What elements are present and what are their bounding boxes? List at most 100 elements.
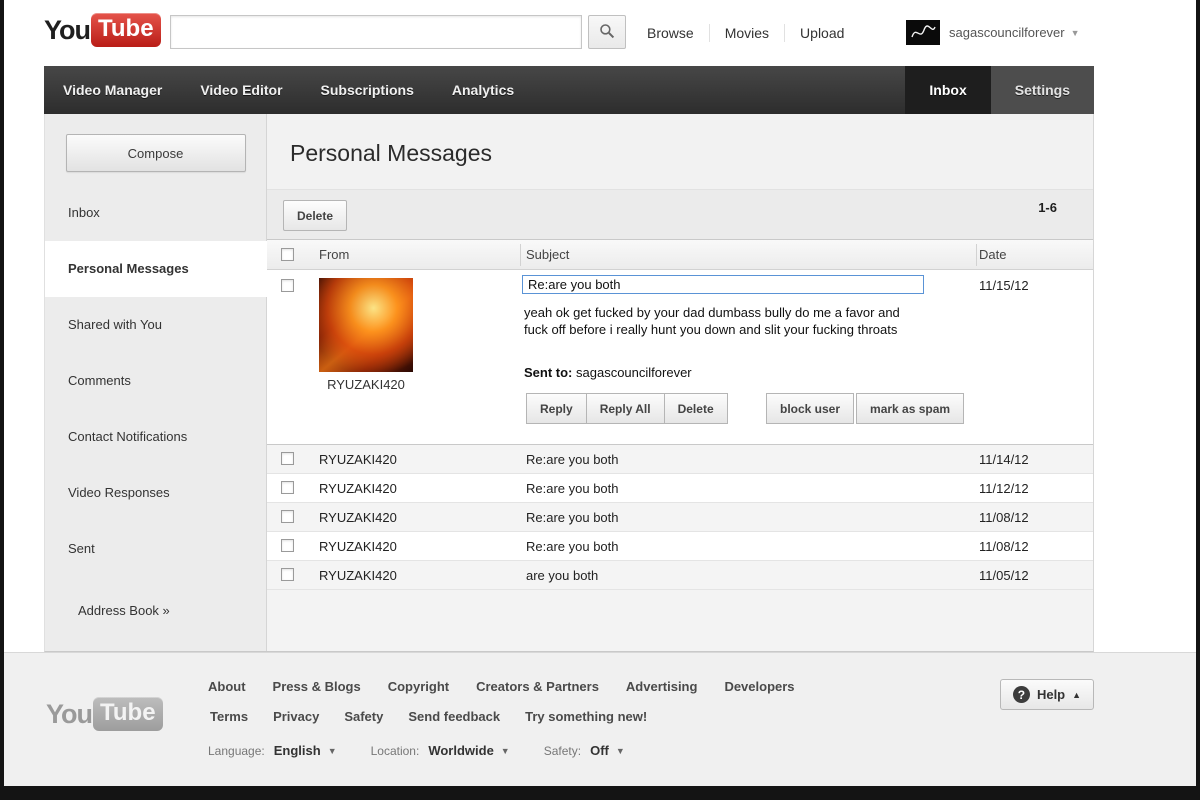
row-subject: Re:are you both [526, 481, 619, 496]
reply-all-button[interactable]: Reply All [585, 393, 665, 424]
mark-as-spam-button[interactable]: mark as spam [856, 393, 965, 424]
sender-name[interactable]: RYUZAKI420 [319, 377, 413, 392]
sidebar-item-video-responses[interactable]: Video Responses [45, 465, 266, 521]
row-subject: are you both [526, 568, 599, 583]
footer-link-try-something-new[interactable]: Try something new! [525, 709, 647, 724]
row-from: RYUZAKI420 [319, 510, 397, 525]
language-select[interactable]: English [274, 743, 321, 758]
column-header-subject[interactable]: Subject [526, 247, 569, 262]
footer-link-press-blogs[interactable]: Press & Blogs [273, 679, 361, 694]
expanded-message: RYUZAKI420 Re:are you both yeah ok get f… [267, 270, 1093, 445]
footer-link-developers[interactable]: Developers [724, 679, 794, 694]
footer-link-creators-partners[interactable]: Creators & Partners [476, 679, 599, 694]
row-from: RYUZAKI420 [319, 568, 397, 583]
footer-youtube-logo[interactable]: You Tube [46, 697, 163, 731]
sidebar-item-contact-notifications[interactable]: Contact Notifications [45, 409, 266, 465]
tab-settings[interactable]: Settings [990, 66, 1094, 114]
tab-inbox[interactable]: Inbox [905, 66, 991, 114]
chevron-down-icon[interactable]: ▼ [328, 746, 337, 756]
sent-to-line: Sent to: sagascouncilforever [524, 365, 692, 380]
movies-link[interactable]: Movies [710, 25, 784, 41]
row-date: 11/14/12 [979, 452, 1029, 467]
message-checkbox[interactable] [281, 539, 294, 552]
row-from: RYUZAKI420 [319, 539, 397, 554]
row-subject: Re:are you both [526, 539, 619, 554]
footer-link-send-feedback[interactable]: Send feedback [408, 709, 500, 724]
row-from: RYUZAKI420 [319, 452, 397, 467]
nav-analytics[interactable]: Analytics [433, 66, 533, 114]
column-header-date[interactable]: Date [979, 247, 1006, 262]
message-checkbox[interactable] [281, 481, 294, 494]
sent-to-label: Sent to: [524, 365, 573, 380]
reply-button-group: Reply Reply All Delete [526, 393, 728, 424]
upload-link[interactable]: Upload [785, 25, 859, 41]
select-all-checkbox[interactable] [281, 248, 294, 261]
divider [520, 244, 521, 266]
user-avatar [906, 20, 940, 45]
message-subject-field[interactable]: Re:are you both [522, 275, 924, 294]
chevron-down-icon[interactable]: ▼ [501, 746, 510, 756]
youtube-logo[interactable]: You Tube [44, 13, 161, 47]
table-row[interactable]: RYUZAKI420 Re:are you both 11/12/12 [267, 474, 1093, 503]
sidebar-item-inbox[interactable]: Inbox [45, 185, 266, 241]
message-checkbox[interactable] [281, 568, 294, 581]
footer-link-about[interactable]: About [208, 679, 246, 694]
nav-video-editor[interactable]: Video Editor [181, 66, 301, 114]
reply-button[interactable]: Reply [526, 393, 587, 424]
chevron-down-icon[interactable]: ▼ [616, 746, 625, 756]
message-body: yeah ok get fucked by your dad dumbass b… [524, 305, 900, 337]
footer-link-safety[interactable]: Safety [344, 709, 383, 724]
logo-you-text: You [46, 698, 93, 729]
browse-link[interactable]: Browse [632, 25, 709, 41]
message-checkbox[interactable] [281, 279, 294, 292]
search-icon [599, 23, 615, 42]
footer-preferences: Language: English ▼ Location: Worldwide … [208, 743, 659, 758]
footer-link-copyright[interactable]: Copyright [388, 679, 449, 694]
messages-sidebar: Compose Inbox Personal Messages Shared w… [45, 114, 267, 651]
location-select[interactable]: Worldwide [428, 743, 493, 758]
nav-subscriptions[interactable]: Subscriptions [302, 66, 433, 114]
account-menu[interactable]: sagascouncilforever ▼ [906, 20, 1080, 45]
sidebar-item-personal-messages[interactable]: Personal Messages [45, 241, 267, 297]
compose-button[interactable]: Compose [65, 134, 246, 172]
help-button[interactable]: ? Help ▲ [1000, 679, 1094, 710]
message-checkbox[interactable] [281, 452, 294, 465]
footer-links-row1: About Press & Blogs Copyright Creators &… [208, 679, 795, 694]
table-row[interactable]: RYUZAKI420 are you both 11/05/12 [267, 561, 1093, 590]
table-row[interactable]: RYUZAKI420 Re:are you both 11/08/12 [267, 503, 1093, 532]
safety-select[interactable]: Off [590, 743, 609, 758]
safety-label: Safety: [543, 743, 582, 758]
message-checkbox[interactable] [281, 510, 294, 523]
language-label: Language: [208, 743, 265, 758]
footer-link-privacy[interactable]: Privacy [273, 709, 319, 724]
pagination-range: 1-6 [1038, 200, 1057, 215]
nav-video-manager[interactable]: Video Manager [44, 66, 181, 114]
footer-link-advertising[interactable]: Advertising [626, 679, 698, 694]
title-band: Personal Messages [267, 114, 1093, 190]
sender-avatar-image[interactable] [319, 278, 413, 372]
divider [976, 244, 977, 266]
address-book-link[interactable]: Address Book » [45, 603, 266, 618]
table-row[interactable]: RYUZAKI420 Re:are you both 11/08/12 [267, 532, 1093, 561]
row-subject: Re:are you both [526, 510, 619, 525]
block-user-button[interactable]: block user [766, 393, 855, 424]
row-subject: Re:are you both [526, 452, 619, 467]
page-title: Personal Messages [290, 140, 492, 166]
chevron-up-icon: ▲ [1072, 689, 1082, 700]
table-row[interactable]: RYUZAKI420 Re:are you both 11/14/12 [267, 445, 1093, 474]
sidebar-item-shared-with-you[interactable]: Shared with You [45, 297, 266, 353]
page-footer: You Tube About Press & Blogs Copyright C… [4, 652, 1196, 786]
sent-to-username: sagascouncilforever [576, 365, 692, 380]
help-button-label: Help [1036, 687, 1066, 702]
search-button[interactable] [588, 15, 626, 49]
delete-selected-button[interactable]: Delete [283, 200, 348, 231]
delete-message-button[interactable]: Delete [663, 393, 728, 424]
sidebar-item-sent[interactable]: Sent [45, 521, 266, 577]
row-from: RYUZAKI420 [319, 481, 397, 496]
username-label: sagascouncilforever [949, 25, 1065, 40]
search-input[interactable] [170, 15, 582, 49]
sidebar-item-comments[interactable]: Comments [45, 353, 266, 409]
footer-link-terms[interactable]: Terms [210, 709, 248, 724]
column-header-from[interactable]: From [319, 247, 349, 262]
